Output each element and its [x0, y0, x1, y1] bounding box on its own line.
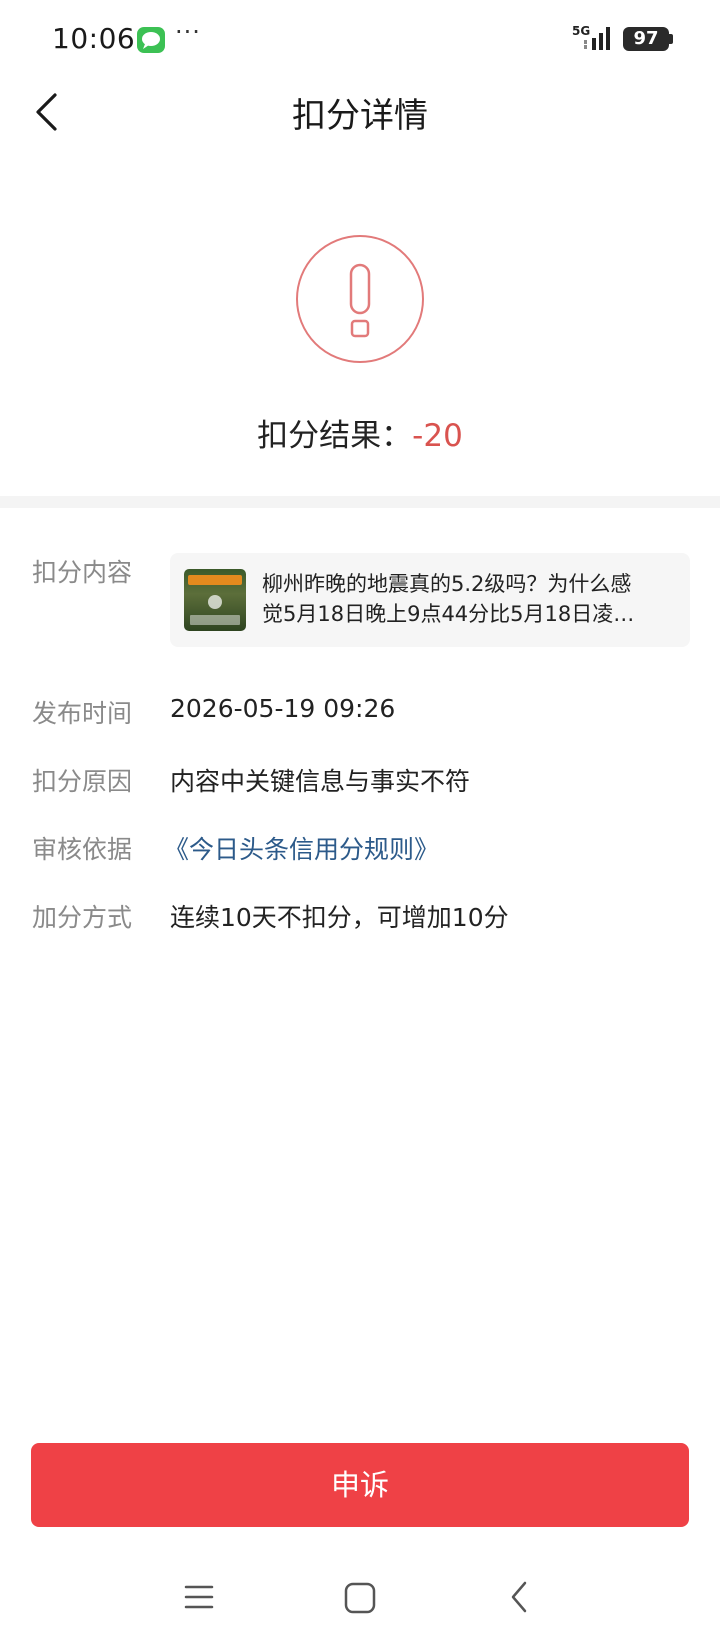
basis-label: 审核依据 — [32, 835, 133, 864]
appeal-button[interactable]: 申诉 — [31, 1443, 689, 1527]
home-square-icon[interactable] — [344, 1582, 376, 1614]
section-divider — [0, 496, 720, 508]
play-icon — [208, 595, 222, 609]
result-summary: 扣分结果：-20 — [0, 410, 720, 455]
page-title: 扣分详情 — [292, 96, 428, 136]
back-arrow-icon[interactable] — [508, 1580, 530, 1614]
bonus-value: 连续10天不扣分，可增加10分 — [170, 903, 509, 932]
system-nav-bar — [0, 1560, 720, 1640]
content-card[interactable]: 柳州昨晚的地震真的5.2级吗？为什么感 觉5月18日晚上9点44分比5月18日凌… — [170, 553, 690, 647]
more-indicator: ··· — [175, 18, 201, 46]
thumbnail-banner — [188, 575, 242, 585]
rules-link[interactable]: 《今日头条信用分规则》 — [164, 830, 439, 866]
message-icon — [137, 27, 165, 53]
result-label: 扣分结果： — [257, 418, 413, 454]
publish-time-value: 2026-05-19 09:26 — [170, 694, 396, 723]
content-title-line2: 觉5月18日晚上9点44分比5月18日凌… — [262, 602, 635, 626]
menu-icon[interactable] — [184, 1582, 214, 1612]
status-bar: 10:06 ··· 5G 97 — [0, 0, 720, 78]
publish-time-label: 发布时间 — [32, 699, 133, 728]
result-value: -20 — [412, 418, 463, 454]
signal-icon — [584, 27, 610, 50]
reason-value: 内容中关键信息与事实不符 — [170, 767, 471, 796]
content-thumbnail — [184, 569, 246, 631]
battery-icon: 97 — [623, 27, 669, 51]
content-label: 扣分内容 — [32, 558, 133, 587]
battery-tip — [669, 34, 673, 44]
status-time: 10:06 — [52, 22, 136, 55]
bonus-label: 加分方式 — [32, 903, 133, 932]
content-title: 柳州昨晚的地震真的5.2级吗？为什么感 觉5月18日晚上9点44分比5月18日凌… — [262, 569, 674, 629]
content-title-line1: 柳州昨晚的地震真的5.2级吗？为什么感 — [262, 572, 632, 596]
exclamation-circle-icon — [296, 235, 424, 363]
thumbnail-caption — [190, 615, 240, 625]
nav-bar: 扣分详情 — [0, 78, 720, 144]
reason-label: 扣分原因 — [32, 767, 133, 796]
